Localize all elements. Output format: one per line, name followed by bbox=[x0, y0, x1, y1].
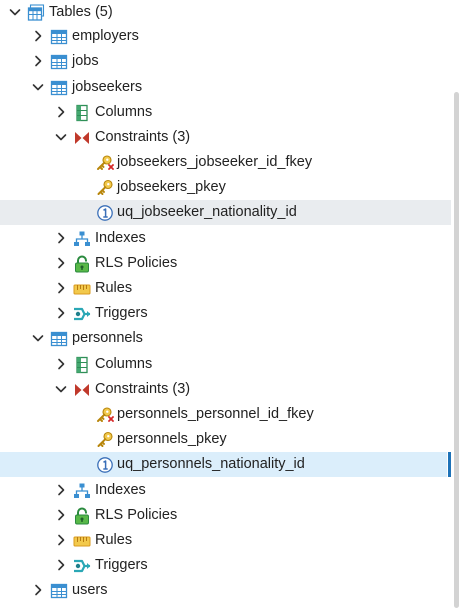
chevron-down-icon[interactable] bbox=[9, 6, 21, 18]
table-icon bbox=[50, 330, 68, 348]
rls-label: RLS Policies bbox=[95, 255, 178, 271]
tree-node-jobseekers-unique[interactable]: uq_jobseeker_nationality_id bbox=[0, 200, 451, 225]
tree-node-personnels-constraints[interactable]: Constraints (3) bbox=[0, 377, 451, 402]
foreign-key-icon bbox=[96, 406, 114, 424]
chevron-right-icon[interactable] bbox=[32, 584, 44, 596]
constraint-label-unique: uq_jobseeker_nationality_id bbox=[117, 204, 297, 220]
chevron-right-icon[interactable] bbox=[55, 358, 67, 370]
tree-node-jobseekers[interactable]: jobseekers bbox=[0, 75, 451, 100]
chevron-down-icon[interactable] bbox=[32, 332, 44, 344]
scrollbar-thumb[interactable] bbox=[454, 92, 459, 608]
foreign-key-icon bbox=[96, 154, 114, 172]
chevron-right-icon[interactable] bbox=[55, 509, 67, 521]
tree-node-users[interactable]: users bbox=[0, 578, 451, 603]
tree-node-jobseekers-rls[interactable]: RLS Policies bbox=[0, 251, 451, 276]
tree-node-personnels-rules[interactable]: Rules bbox=[0, 528, 451, 553]
table-icon bbox=[50, 582, 68, 600]
table-label-jobseekers: jobseekers bbox=[72, 79, 143, 95]
tree-node-personnels-triggers[interactable]: Triggers bbox=[0, 553, 451, 578]
constraint-label-pkey: personnels_pkey bbox=[117, 431, 227, 447]
rules-label: Rules bbox=[95, 280, 133, 296]
primary-key-icon bbox=[96, 431, 114, 449]
tables-label: Tables (5) bbox=[49, 4, 113, 20]
table-icon bbox=[50, 53, 68, 71]
chevron-right-icon[interactable] bbox=[55, 106, 67, 118]
chevron-right-icon[interactable] bbox=[55, 257, 67, 269]
constraints-label: Constraints (3) bbox=[95, 129, 191, 145]
tree-node-jobseekers-pkey[interactable]: jobseekers_pkey bbox=[0, 175, 451, 200]
constraints-icon bbox=[73, 381, 91, 399]
rls-policy-icon bbox=[73, 255, 91, 273]
table-icon bbox=[50, 28, 68, 46]
tree-node-jobseekers-constraints[interactable]: Constraints (3) bbox=[0, 125, 451, 150]
chevron-right-icon[interactable] bbox=[55, 282, 67, 294]
columns-label: Columns bbox=[95, 104, 153, 120]
table-group-icon bbox=[27, 4, 45, 22]
tree-node-personnels[interactable]: personnels bbox=[0, 326, 451, 351]
columns-label: Columns bbox=[95, 356, 153, 372]
tree-node-tables[interactable]: Tables (5) bbox=[0, 0, 451, 25]
tree-node-employers[interactable]: employers bbox=[0, 24, 451, 49]
columns-icon bbox=[73, 356, 91, 374]
tree-node-personnels-rls[interactable]: RLS Policies bbox=[0, 503, 451, 528]
chevron-down-icon[interactable] bbox=[55, 131, 67, 143]
table-label-employers: employers bbox=[72, 28, 139, 44]
chevron-down-icon[interactable] bbox=[32, 81, 44, 93]
table-label-jobs: jobs bbox=[72, 53, 99, 69]
constraint-label-unique: uq_personnels_nationality_id bbox=[117, 456, 305, 472]
table-label-users: users bbox=[72, 582, 108, 598]
constraint-label-fkey: personnels_personnel_id_fkey bbox=[117, 406, 314, 422]
rls-policy-icon bbox=[73, 507, 91, 525]
primary-key-icon bbox=[96, 179, 114, 197]
tree-node-jobseekers-fkey[interactable]: jobseekers_jobseeker_id_fkey bbox=[0, 150, 451, 175]
table-label-personnels: personnels bbox=[72, 330, 143, 346]
constraints-icon bbox=[73, 129, 91, 147]
tree-node-jobseekers-rules[interactable]: Rules bbox=[0, 276, 451, 301]
chevron-right-icon[interactable] bbox=[32, 55, 44, 67]
object-explorer-tree: Tables (5) employers jobs jobseekers Col… bbox=[0, 0, 461, 608]
unique-constraint-icon bbox=[96, 456, 114, 474]
columns-icon bbox=[73, 104, 91, 122]
indexes-label: Indexes bbox=[95, 230, 146, 246]
tree-node-personnels-pkey[interactable]: personnels_pkey bbox=[0, 427, 451, 452]
indexes-icon bbox=[73, 230, 91, 248]
triggers-label: Triggers bbox=[95, 557, 148, 573]
rules-icon bbox=[73, 280, 91, 298]
chevron-right-icon[interactable] bbox=[55, 534, 67, 546]
chevron-down-icon[interactable] bbox=[55, 383, 67, 395]
rls-label: RLS Policies bbox=[95, 507, 178, 523]
vertical-scrollbar[interactable] bbox=[451, 0, 461, 608]
constraint-label-fkey: jobseekers_jobseeker_id_fkey bbox=[117, 154, 313, 170]
tree-node-jobseekers-columns[interactable]: Columns bbox=[0, 100, 451, 125]
tree-node-jobs[interactable]: jobs bbox=[0, 49, 451, 74]
chevron-right-icon[interactable] bbox=[55, 307, 67, 319]
constraint-label-pkey: jobseekers_pkey bbox=[117, 179, 226, 195]
rules-icon bbox=[73, 532, 91, 550]
unique-constraint-icon bbox=[96, 204, 114, 222]
rules-label: Rules bbox=[95, 532, 133, 548]
triggers-icon bbox=[73, 557, 91, 575]
constraints-label: Constraints (3) bbox=[95, 381, 191, 397]
tree-node-personnels-fkey[interactable]: personnels_personnel_id_fkey bbox=[0, 402, 451, 427]
chevron-right-icon[interactable] bbox=[32, 30, 44, 42]
triggers-icon bbox=[73, 305, 91, 323]
tree-node-personnels-unique[interactable]: uq_personnels_nationality_id bbox=[0, 452, 451, 477]
tree-node-personnels-columns[interactable]: Columns bbox=[0, 352, 451, 377]
chevron-right-icon[interactable] bbox=[55, 484, 67, 496]
indexes-label: Indexes bbox=[95, 482, 146, 498]
chevron-right-icon[interactable] bbox=[55, 232, 67, 244]
indexes-icon bbox=[73, 482, 91, 500]
tree-node-jobseekers-triggers[interactable]: Triggers bbox=[0, 301, 451, 326]
tree-node-jobseekers-indexes[interactable]: Indexes bbox=[0, 226, 451, 251]
triggers-label: Triggers bbox=[95, 305, 148, 321]
table-icon bbox=[50, 79, 68, 97]
chevron-right-icon[interactable] bbox=[55, 559, 67, 571]
tree-node-personnels-indexes[interactable]: Indexes bbox=[0, 478, 451, 503]
